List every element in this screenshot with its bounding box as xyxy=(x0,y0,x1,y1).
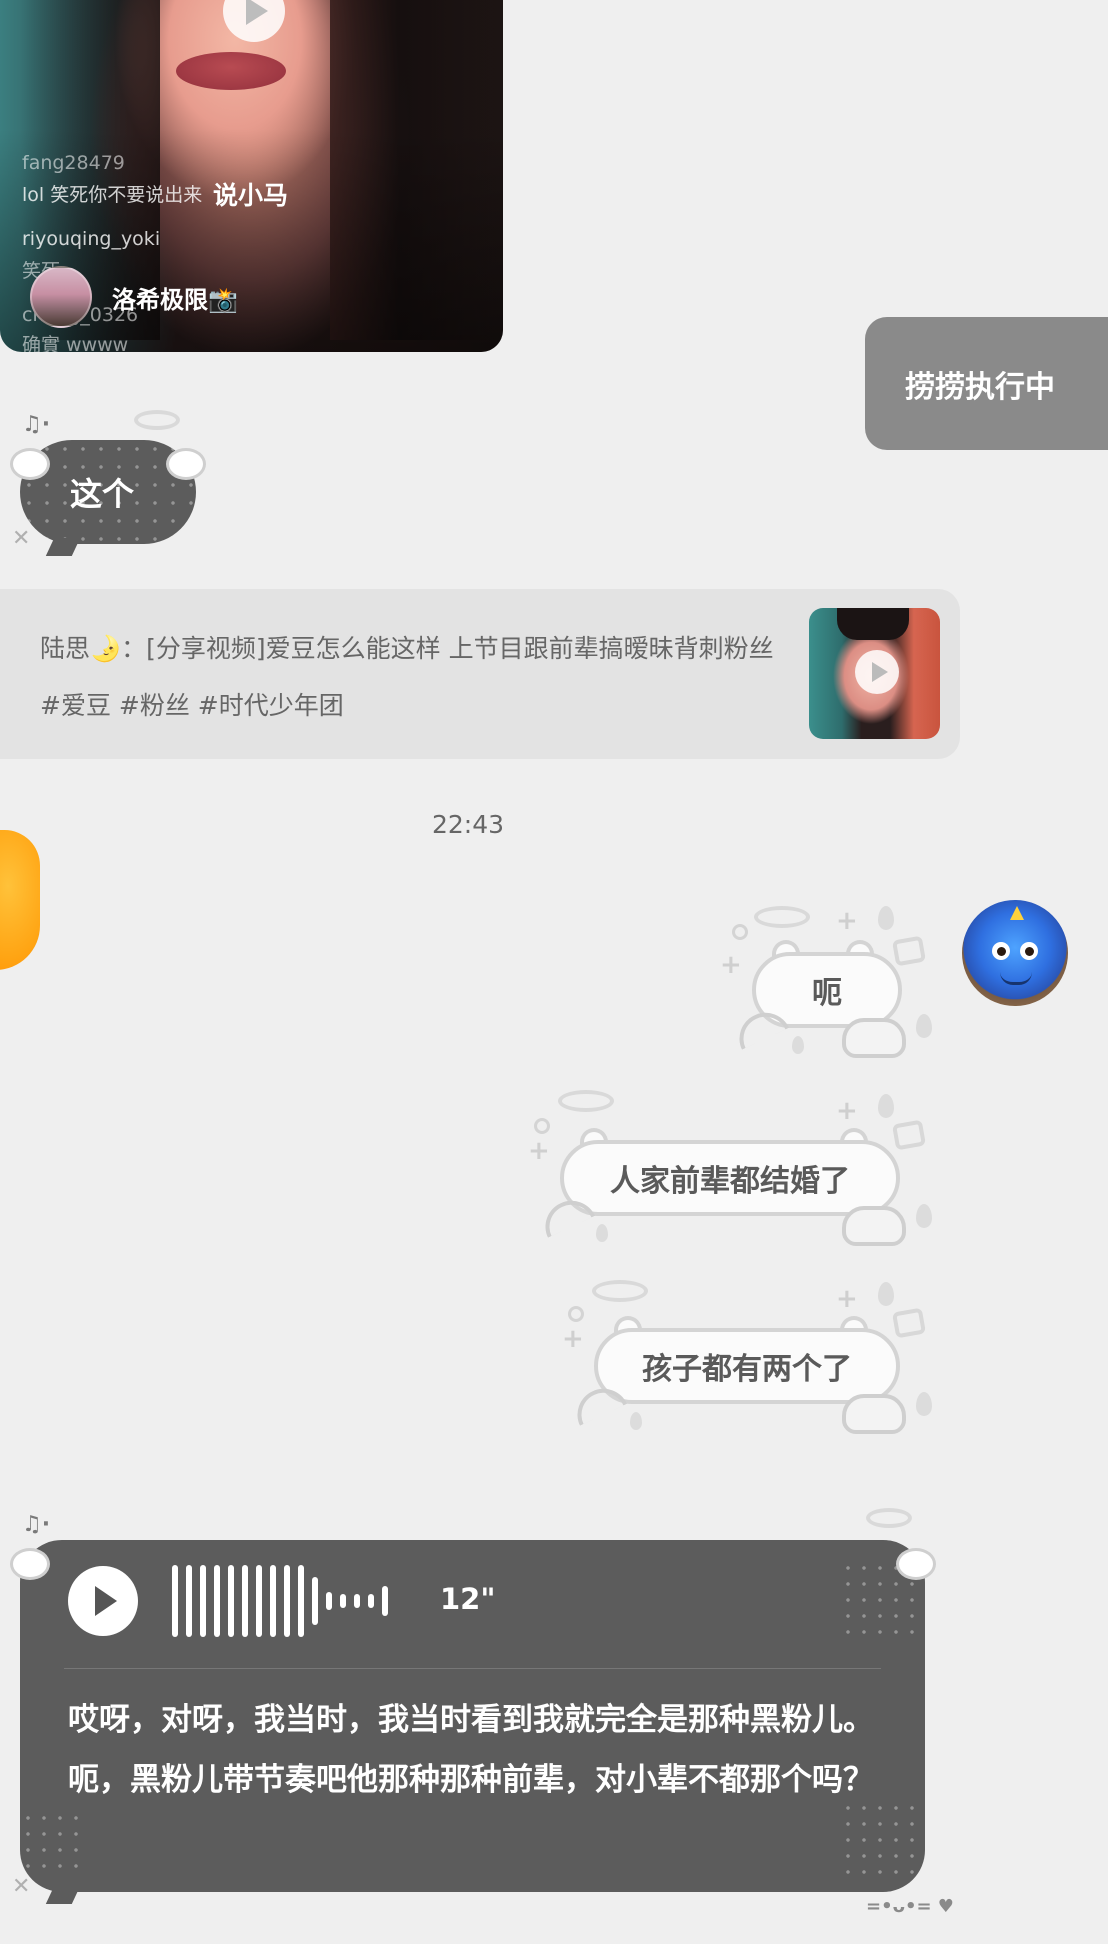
drop-icon xyxy=(630,1412,642,1430)
play-icon[interactable] xyxy=(68,1566,138,1636)
message-text: 人家前辈都结婚了 xyxy=(610,1164,850,1199)
circle-icon xyxy=(568,1306,584,1322)
cube-icon xyxy=(891,1307,927,1339)
thumbnail-hair xyxy=(837,608,909,640)
avatar-eye xyxy=(1020,942,1038,960)
drop-icon xyxy=(916,1014,932,1038)
drop-icon xyxy=(792,1036,804,1054)
creator-avatar xyxy=(30,266,92,328)
voice-duration: 12" xyxy=(440,1582,496,1616)
drop-icon xyxy=(916,1204,932,1228)
comment-text: lol 笑死你不要说出来 xyxy=(22,184,203,206)
circle-icon xyxy=(732,924,748,940)
cat-face-icon xyxy=(842,1018,906,1058)
drop-icon xyxy=(878,1094,894,1118)
cat-face-icon xyxy=(842,1394,906,1434)
sent-message-bubble[interactable]: 捞捞执行中 xyxy=(865,317,1108,450)
video-overlay-caption: 说小马 xyxy=(213,181,289,210)
wave-bar xyxy=(284,1565,290,1637)
wing-icon xyxy=(10,1548,50,1580)
wing-icon xyxy=(166,448,206,480)
comment-user: fang28479 xyxy=(22,152,125,174)
message-text: 孩子都有两个了 xyxy=(642,1352,852,1387)
plus-icon: + xyxy=(836,906,858,936)
video-creator[interactable]: 洛希极限📸 xyxy=(30,266,238,328)
halo-icon xyxy=(754,906,810,928)
wave-bar xyxy=(354,1594,360,1608)
voice-message-bubble[interactable]: 12" 哎呀，对呀，我当时，我当时看到我就完全是那种黑粉儿。呃，黑粉儿带节奏吧他… xyxy=(20,1540,925,1892)
wave-bar xyxy=(200,1565,206,1637)
sparkle-icon: ✕ xyxy=(12,1874,31,1899)
cube-icon xyxy=(891,935,927,967)
plus-icon: + xyxy=(528,1136,550,1166)
avatar-mouth xyxy=(1000,972,1032,985)
horn-icon xyxy=(1010,906,1024,920)
timestamp: 22:43 xyxy=(431,810,505,839)
plus-icon: + xyxy=(720,950,742,980)
wave-bar xyxy=(256,1565,262,1637)
message-text: 捞捞执行中 xyxy=(905,369,1055,405)
circle-icon xyxy=(534,1118,550,1134)
halo-icon xyxy=(866,1508,912,1528)
halo-icon xyxy=(134,410,180,430)
play-icon[interactable] xyxy=(855,650,899,694)
wave-bar xyxy=(214,1565,220,1637)
wave-bar xyxy=(326,1592,332,1610)
sent-message-bubble[interactable]: 孩子都有两个了 xyxy=(594,1328,900,1404)
duck-sticker xyxy=(0,830,40,970)
avatar-eye xyxy=(992,942,1010,960)
cat-face-icon xyxy=(842,1206,906,1246)
music-note-icon: ♫· xyxy=(22,1512,51,1537)
drop-icon xyxy=(878,1282,894,1306)
shared-video-text: 陆思🌛：[分享视频]爱豆怎么能这样 上节目跟前辈搞暧昧背刺粉丝#爱豆 #粉丝 #… xyxy=(40,620,780,734)
wave-bar xyxy=(242,1565,248,1637)
wave-bar xyxy=(368,1594,374,1608)
music-note-icon: ♫· xyxy=(22,412,51,437)
wave-bar xyxy=(382,1586,388,1616)
halo-icon xyxy=(592,1280,648,1302)
share-caption: ：[分享视频]爱豆怎么能这样 上节目跟前辈搞暧昧背刺粉丝#爱豆 #粉丝 #时代少… xyxy=(40,634,774,720)
cube-icon xyxy=(891,1119,927,1151)
wave-bar xyxy=(186,1565,192,1637)
plus-icon: + xyxy=(562,1324,584,1354)
moon-emoji: 🌛 xyxy=(90,634,122,663)
share-sender: 陆思 xyxy=(40,634,91,663)
comment-text: 确實 wwww xyxy=(22,334,129,352)
wave-bar xyxy=(172,1565,178,1637)
wave-bar xyxy=(340,1594,346,1608)
halo-icon xyxy=(558,1090,614,1112)
video-message-card[interactable]: fang28479 lol 笑死你不要说出来 说小马 riyouqing_yok… xyxy=(0,0,503,352)
wave-bar xyxy=(228,1565,234,1637)
wave-bar xyxy=(270,1565,276,1637)
divider xyxy=(64,1668,881,1669)
plus-icon: + xyxy=(836,1096,858,1126)
sent-message-bubble[interactable]: 人家前辈都结婚了 xyxy=(560,1140,900,1216)
avatar[interactable] xyxy=(962,900,1068,1006)
decor-dots-icon: =•ᴗ•= ♥ xyxy=(866,1896,954,1917)
dot-pattern xyxy=(20,1810,80,1880)
plus-icon: + xyxy=(836,1284,858,1314)
voice-transcript: 哎呀，对呀，我当时，我当时看到我就完全是那种黑粉儿。呃，黑粉儿带节奏吧他那种那种… xyxy=(68,1702,874,1798)
comment-user: riyouqing_yoki xyxy=(22,228,161,250)
drop-icon xyxy=(878,906,894,930)
dot-pattern xyxy=(840,1800,920,1880)
drop-icon xyxy=(596,1224,608,1242)
voice-waveform[interactable] xyxy=(172,1560,388,1642)
message-text: 这个 xyxy=(70,475,135,513)
shared-video-thumbnail[interactable] xyxy=(809,608,940,739)
drop-icon xyxy=(916,1392,932,1416)
wing-icon xyxy=(896,1548,936,1580)
bubble-tail xyxy=(45,538,81,556)
creator-name: 洛希极限📸 xyxy=(112,285,238,314)
wing-icon xyxy=(10,448,50,480)
sparkle-icon: ✕ xyxy=(12,526,31,551)
wave-bar xyxy=(312,1577,318,1625)
message-text: 呃 xyxy=(812,976,842,1011)
wave-bar xyxy=(298,1565,304,1637)
